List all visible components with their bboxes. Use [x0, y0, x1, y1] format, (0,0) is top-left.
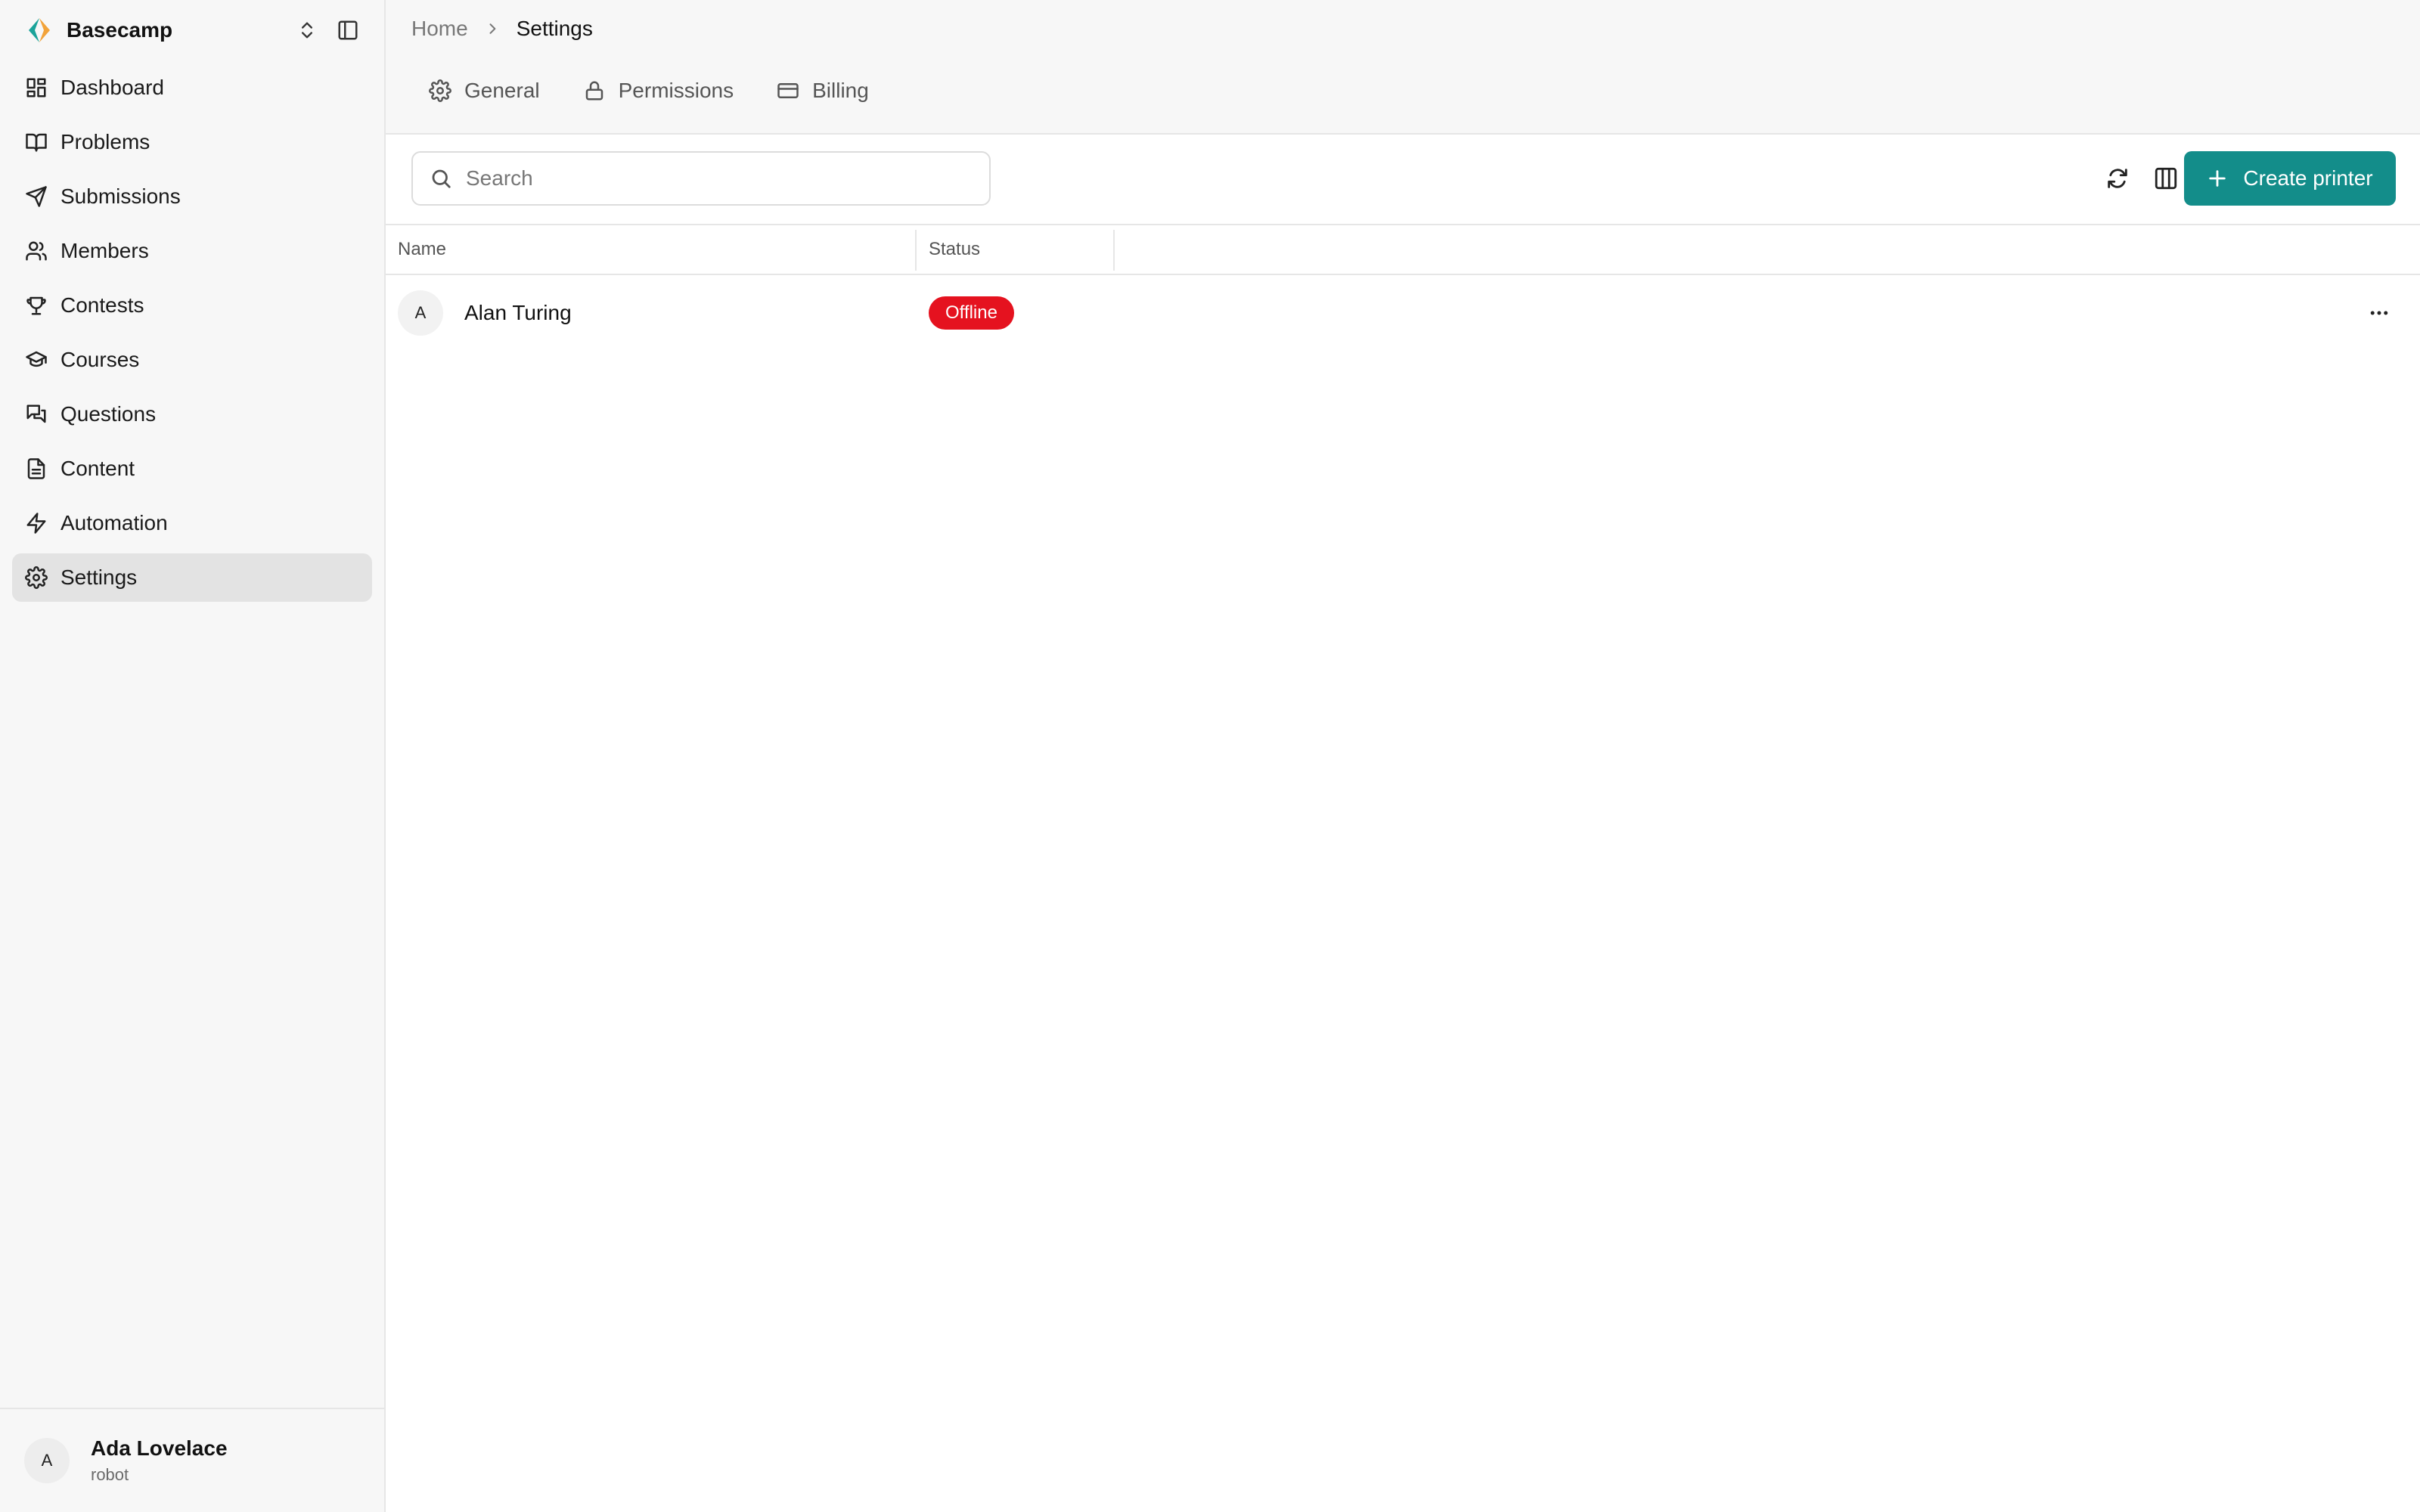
- gear-icon: [24, 565, 48, 590]
- sidebar-item-label: Automation: [60, 511, 168, 534]
- tab-label: Permissions: [618, 79, 734, 102]
- column-header-name[interactable]: Name: [398, 225, 446, 274]
- chevron-right-icon: [485, 21, 500, 36]
- sidebar-item-label: Settings: [60, 565, 138, 589]
- more-horizontal-icon[interactable]: [2366, 299, 2393, 327]
- trophy-icon: [24, 293, 48, 318]
- file-text-icon: [24, 457, 48, 481]
- search-box[interactable]: [411, 151, 991, 206]
- sidebar-item-label: Questions: [60, 402, 157, 426]
- sidebar-item-questions[interactable]: Questions: [12, 390, 372, 438]
- toolbar: Create printer: [386, 135, 2420, 225]
- table-row[interactable]: A Alan Turing Offline: [386, 275, 2420, 351]
- sidebar-item-label: Submissions: [60, 184, 181, 208]
- user-role: robot: [91, 1465, 129, 1484]
- sidebar-item-label: Courses: [60, 348, 140, 371]
- users-icon: [24, 239, 48, 263]
- sidebar-item-settings[interactable]: Settings: [12, 553, 372, 602]
- sidebar-item-label: Members: [60, 239, 149, 262]
- plus-icon: [2207, 168, 2228, 189]
- main-content: Home Settings General Permissions Billin…: [386, 0, 2420, 1512]
- gear-icon: [428, 79, 452, 103]
- sidebar-item-submissions[interactable]: Submissions: [12, 172, 372, 221]
- sidebar-item-members[interactable]: Members: [12, 227, 372, 275]
- top-bar: Home Settings General Permissions Billin…: [386, 0, 2420, 135]
- sidebar-item-label: Contests: [60, 293, 144, 317]
- refresh-icon[interactable]: [2102, 163, 2133, 194]
- messages-icon: [24, 402, 48, 426]
- user-name: Ada Lovelace: [91, 1436, 228, 1460]
- sidebar: Basecamp Dashboard Problems Submissions …: [0, 0, 386, 1512]
- table-header: Name Status: [386, 225, 2420, 275]
- sidebar-toggle-icon[interactable]: [334, 17, 361, 44]
- workspace-header[interactable]: Basecamp: [0, 0, 384, 60]
- avatar: A: [398, 290, 443, 336]
- search-icon: [430, 166, 452, 191]
- zap-icon: [24, 511, 48, 535]
- breadcrumb: Home Settings: [411, 17, 593, 41]
- tab-label: General: [464, 79, 540, 102]
- tab-general[interactable]: General: [428, 79, 540, 103]
- graduation-cap-icon: [24, 348, 48, 372]
- chevrons-up-down-icon[interactable]: [293, 17, 321, 44]
- breadcrumb-current: Settings: [516, 17, 593, 40]
- avatar: A: [24, 1438, 70, 1483]
- column-divider[interactable]: [915, 230, 917, 271]
- columns-icon[interactable]: [2151, 163, 2181, 194]
- tab-billing[interactable]: Billing: [776, 79, 869, 103]
- sidebar-item-label: Content: [60, 457, 135, 480]
- dashboard-icon: [24, 76, 48, 100]
- sidebar-item-label: Problems: [60, 130, 150, 153]
- tab-label: Billing: [812, 79, 869, 102]
- sidebar-item-problems[interactable]: Problems: [12, 118, 372, 166]
- column-header-status[interactable]: Status: [929, 225, 980, 274]
- sidebar-nav: Dashboard Problems Submissions Members C…: [0, 64, 384, 608]
- credit-card-icon: [776, 79, 800, 103]
- workspace-name: Basecamp: [67, 18, 173, 42]
- sidebar-item-automation[interactable]: Automation: [12, 499, 372, 547]
- sidebar-item-label: Dashboard: [60, 76, 164, 99]
- printer-name: Alan Turing: [464, 301, 572, 324]
- sidebar-item-contests[interactable]: Contests: [12, 281, 372, 330]
- lock-icon: [582, 79, 607, 103]
- tab-permissions[interactable]: Permissions: [582, 79, 734, 103]
- settings-tabs: General Permissions Billing: [428, 79, 911, 103]
- sidebar-item-dashboard[interactable]: Dashboard: [12, 64, 372, 112]
- app-root: Basecamp Dashboard Problems Submissions …: [0, 0, 2420, 1512]
- search-input[interactable]: [466, 166, 973, 191]
- breadcrumb-home[interactable]: Home: [411, 17, 468, 41]
- user-info: Ada Lovelace robot: [91, 1436, 228, 1485]
- sidebar-item-courses[interactable]: Courses: [12, 336, 372, 384]
- column-divider[interactable]: [1113, 230, 1115, 271]
- create-printer-label: Create printer: [2243, 166, 2373, 190]
- logo-icon: [24, 15, 54, 45]
- create-printer-button[interactable]: Create printer: [2184, 151, 2396, 206]
- user-profile[interactable]: A Ada Lovelace robot: [0, 1408, 384, 1512]
- book-icon: [24, 130, 48, 154]
- sidebar-item-content[interactable]: Content: [12, 445, 372, 493]
- status-badge: Offline: [929, 296, 1014, 330]
- send-icon: [24, 184, 48, 209]
